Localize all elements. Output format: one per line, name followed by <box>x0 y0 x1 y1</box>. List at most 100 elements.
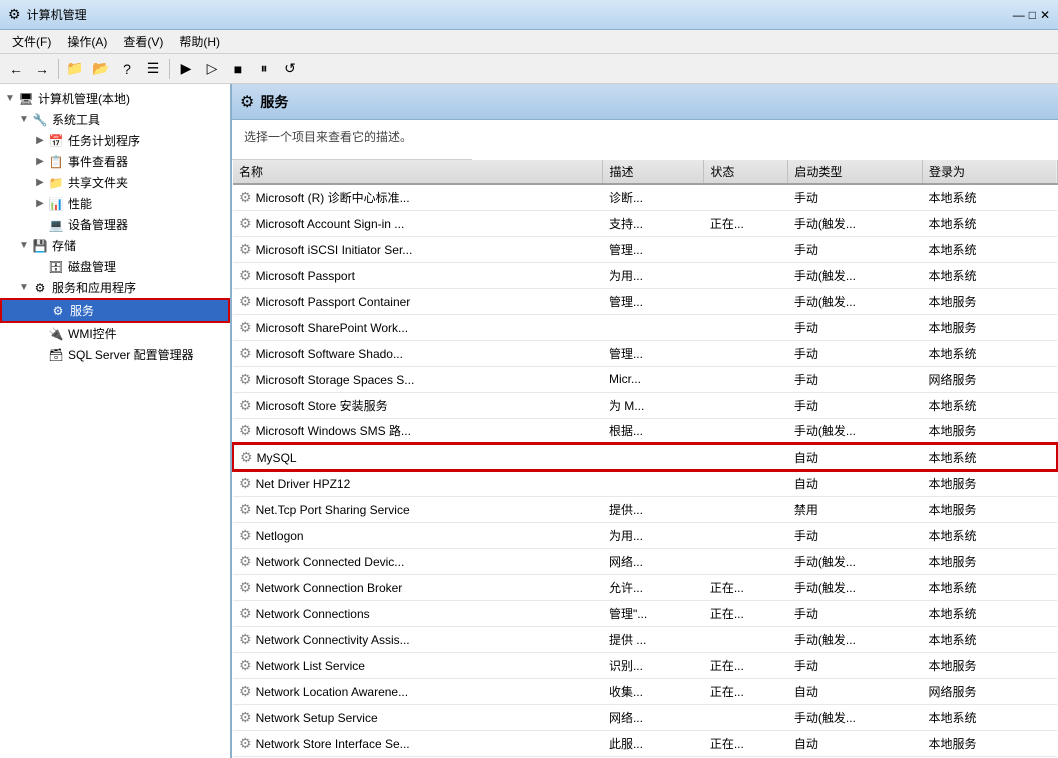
service-name-cell: ⚙MySQL <box>233 444 603 470</box>
menu-file[interactable]: 文件(F) <box>4 31 59 52</box>
service-name-cell: ⚙Network Connections <box>233 600 603 626</box>
service-name-cell: ⚙Microsoft Account Sign-in ... <box>233 210 603 236</box>
restart-button[interactable]: ↺ <box>278 57 302 81</box>
col-header-desc[interactable]: 描述 <box>603 160 704 184</box>
menu-help[interactable]: 帮助(H) <box>171 31 228 52</box>
minimize-icon[interactable]: — <box>1013 8 1025 22</box>
tree-services-apps[interactable]: ▼ ⚙ 服务和应用程序 <box>0 277 230 298</box>
col-header-name[interactable]: 名称 <box>233 160 603 184</box>
tree-disk-management[interactable]: 🗄 磁盘管理 <box>0 256 230 277</box>
forward-button[interactable]: → <box>30 57 54 81</box>
service-name-cell: ⚙Microsoft Passport Container <box>233 288 603 314</box>
tree-task-scheduler[interactable]: ▶ 📅 任务计划程序 <box>0 130 230 151</box>
service-desc: 收集... <box>603 678 704 704</box>
service-name: Microsoft Store 安装服务 <box>256 399 388 413</box>
table-row[interactable]: ⚙Network Connections管理"...正在...手动本地系统 <box>233 600 1057 626</box>
gear-icon: ⚙ <box>239 345 252 361</box>
service-desc: 网络... <box>603 548 704 574</box>
service-status <box>704 626 788 652</box>
table-row[interactable]: ⚙MySQL自动本地系统 <box>233 444 1057 470</box>
info-button[interactable]: ? <box>115 57 139 81</box>
col-header-login[interactable]: 登录为 <box>922 160 1057 184</box>
tree-performance[interactable]: ▶ 📊 性能 <box>0 193 230 214</box>
table-row[interactable]: ⚙Microsoft Account Sign-in ...支持...正在...… <box>233 210 1057 236</box>
table-row[interactable]: ⚙Microsoft Passport为用...手动(触发...本地系统 <box>233 262 1057 288</box>
table-row[interactable]: ⚙Network Store Interface Se...此服...正在...… <box>233 730 1057 756</box>
service-login: 本地系统 <box>922 704 1057 730</box>
services-apps-expand: ▼ <box>16 280 32 296</box>
service-startup: 自动 <box>788 470 923 496</box>
back-button[interactable]: ← <box>4 57 28 81</box>
table-row[interactable]: ⚙Network List Service识别...正在...手动本地服务 <box>233 652 1057 678</box>
tree-sql[interactable]: 🗃 SQL Server 配置管理器 <box>0 344 230 365</box>
gear-icon: ⚙ <box>239 735 252 751</box>
col-header-status[interactable]: 状态 <box>704 160 788 184</box>
stop-button[interactable]: ■ <box>226 57 250 81</box>
table-row[interactable]: ⚙Microsoft Windows SMS 路...根据...手动(触发...… <box>233 418 1057 444</box>
col-header-startup[interactable]: 启动类型 <box>788 160 923 184</box>
gear-icon: ⚙ <box>239 553 252 569</box>
tree-event-viewer[interactable]: ▶ 📋 事件查看器 <box>0 151 230 172</box>
gear-icon: ⚙ <box>239 475 252 491</box>
folder-button[interactable]: 📁 <box>63 57 87 81</box>
menu-view[interactable]: 查看(V) <box>115 31 171 52</box>
maximize-icon[interactable]: □ <box>1029 8 1036 22</box>
device-manager-expand <box>32 217 48 233</box>
service-name-cell: ⚙Network Location Awarene... <box>233 678 603 704</box>
service-name: Net Driver HPZ12 <box>256 477 351 491</box>
folder2-button[interactable]: 📂 <box>89 57 113 81</box>
event-viewer-icon: 📋 <box>48 154 64 170</box>
shared-folders-expand: ▶ <box>32 175 48 191</box>
table-row[interactable]: ⚙Microsoft Passport Container管理...手动(触发.… <box>233 288 1057 314</box>
table-row[interactable]: ⚙Microsoft Store 安装服务为 M...手动本地系统 <box>233 392 1057 418</box>
storage-icon: 💾 <box>32 238 48 254</box>
service-startup: 手动(触发... <box>788 418 923 444</box>
table-row[interactable]: ⚙Microsoft Storage Spaces S...Micr...手动网… <box>233 366 1057 392</box>
arrow-overlay <box>472 120 732 160</box>
tree-device-manager[interactable]: 💻 设备管理器 <box>0 214 230 235</box>
storage-expand: ▼ <box>16 238 32 254</box>
service-name: Microsoft (R) 诊断中心标准... <box>256 191 410 205</box>
service-startup: 自动 <box>788 730 923 756</box>
service-startup: 手动(触发... <box>788 548 923 574</box>
service-name: Microsoft SharePoint Work... <box>256 321 409 335</box>
menu-action[interactable]: 操作(A) <box>59 31 115 52</box>
service-name: Network Store Interface Se... <box>256 737 410 751</box>
tree-system-tools[interactable]: ▼ 🔧 系统工具 <box>0 109 230 130</box>
toolbar-sep-2 <box>169 59 170 79</box>
services-table-container[interactable]: 名称 描述 状态 启动类型 登录为 ⚙Microsoft (R) 诊断中心标准.… <box>232 160 1058 758</box>
table-row[interactable]: ⚙Network Connection Broker允许...正在...手动(触… <box>233 574 1057 600</box>
disk-management-expand <box>32 259 48 275</box>
service-login: 本地服务 <box>922 496 1057 522</box>
tree-wmi[interactable]: 🔌 WMI控件 <box>0 323 230 344</box>
service-startup: 手动 <box>788 522 923 548</box>
tree-root-item[interactable]: ▼ 🖥 计算机管理(本地) <box>0 88 230 109</box>
service-name-cell: ⚙Network Setup Service <box>233 704 603 730</box>
table-row[interactable]: ⚙Microsoft SharePoint Work...手动本地服务 <box>233 314 1057 340</box>
list-button[interactable]: ☰ <box>141 57 165 81</box>
table-row[interactable]: ⚙Netlogon为用...手动本地系统 <box>233 522 1057 548</box>
table-row[interactable]: ⚙Microsoft Software Shado...管理...手动本地系统 <box>233 340 1057 366</box>
table-row[interactable]: ⚙Net.Tcp Port Sharing Service提供...禁用本地服务 <box>233 496 1057 522</box>
tree-services[interactable]: ⚙ 服务 <box>0 298 230 323</box>
tree-shared-folders[interactable]: ▶ 📁 共享文件夹 <box>0 172 230 193</box>
gear-icon: ⚙ <box>239 397 252 413</box>
performance-label: 性能 <box>68 195 92 212</box>
table-row[interactable]: ⚙Network Connectivity Assis...提供 ...手动(触… <box>233 626 1057 652</box>
pause-button[interactable]: ⏸ <box>252 57 276 81</box>
table-row[interactable]: ⚙Microsoft (R) 诊断中心标准...诊断...手动本地系统 <box>233 184 1057 210</box>
table-row[interactable]: ⚙Network Setup Service网络...手动(触发...本地系统 <box>233 704 1057 730</box>
tree-storage[interactable]: ▼ 💾 存储 <box>0 235 230 256</box>
close-icon[interactable]: ✕ <box>1040 8 1050 22</box>
system-tools-expand: ▼ <box>16 112 32 128</box>
service-login: 本地系统 <box>922 600 1057 626</box>
play2-button[interactable]: ▷ <box>200 57 224 81</box>
table-row[interactable]: ⚙Microsoft iSCSI Initiator Ser...管理...手动… <box>233 236 1057 262</box>
table-row[interactable]: ⚙Net Driver HPZ12自动本地服务 <box>233 470 1057 496</box>
service-name: Network Location Awarene... <box>256 685 409 699</box>
table-row[interactable]: ⚙Network Connected Devic...网络...手动(触发...… <box>233 548 1057 574</box>
play-button[interactable]: ▶ <box>174 57 198 81</box>
gear-icon: ⚙ <box>239 293 252 309</box>
service-desc: 提供... <box>603 496 704 522</box>
table-row[interactable]: ⚙Network Location Awarene...收集...正在...自动… <box>233 678 1057 704</box>
